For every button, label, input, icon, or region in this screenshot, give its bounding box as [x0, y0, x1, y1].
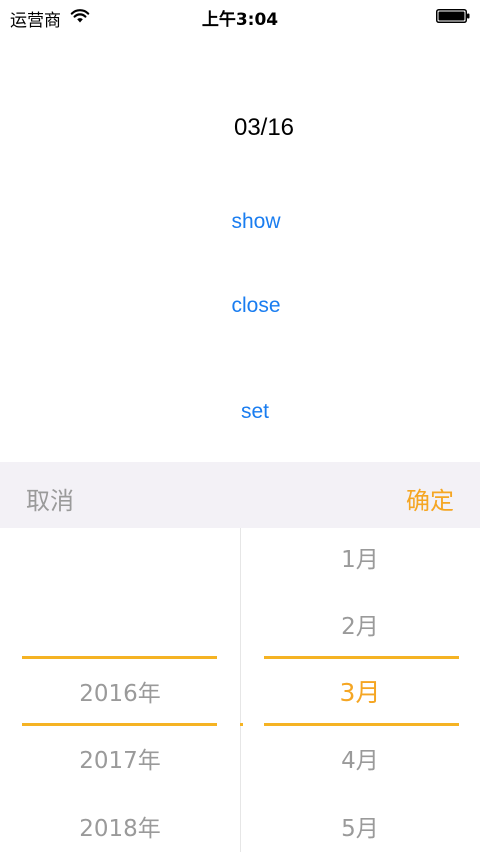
close-button[interactable]: close	[0, 294, 480, 318]
month-option[interactable]: 5月	[240, 809, 480, 843]
month-option-selected[interactable]: 3月	[240, 673, 480, 709]
year-option[interactable]: 2017年	[0, 741, 240, 775]
cancel-button[interactable]: 取消	[26, 481, 74, 516]
status-time: 上午3:04	[201, 10, 279, 30]
month-option[interactable]: 1月	[240, 540, 480, 574]
battery-icon	[436, 9, 470, 23]
year-selection-line-top	[22, 656, 217, 659]
month-option[interactable]: 4月	[240, 741, 480, 775]
show-button[interactable]: show	[0, 210, 480, 234]
selected-date-label: 03/16	[233, 114, 295, 141]
month-selection-line-top	[264, 656, 459, 659]
set-button[interactable]: set	[0, 400, 480, 424]
selection-marker	[240, 723, 243, 726]
year-selection-line-bottom	[22, 723, 217, 726]
status-bar: 运营商 上午3:04	[0, 0, 480, 32]
picker-toolbar: 取消 确定	[0, 462, 480, 528]
month-option[interactable]: 2月	[240, 607, 480, 641]
date-picker[interactable]: 2016年 2017年 2018年 1月 2月 3月 4月 5月	[0, 528, 480, 852]
month-selection-line-bottom	[264, 723, 459, 726]
year-option[interactable]: 2018年	[0, 809, 240, 843]
year-option[interactable]: 2016年	[0, 674, 240, 708]
confirm-button[interactable]: 确定	[406, 481, 454, 516]
